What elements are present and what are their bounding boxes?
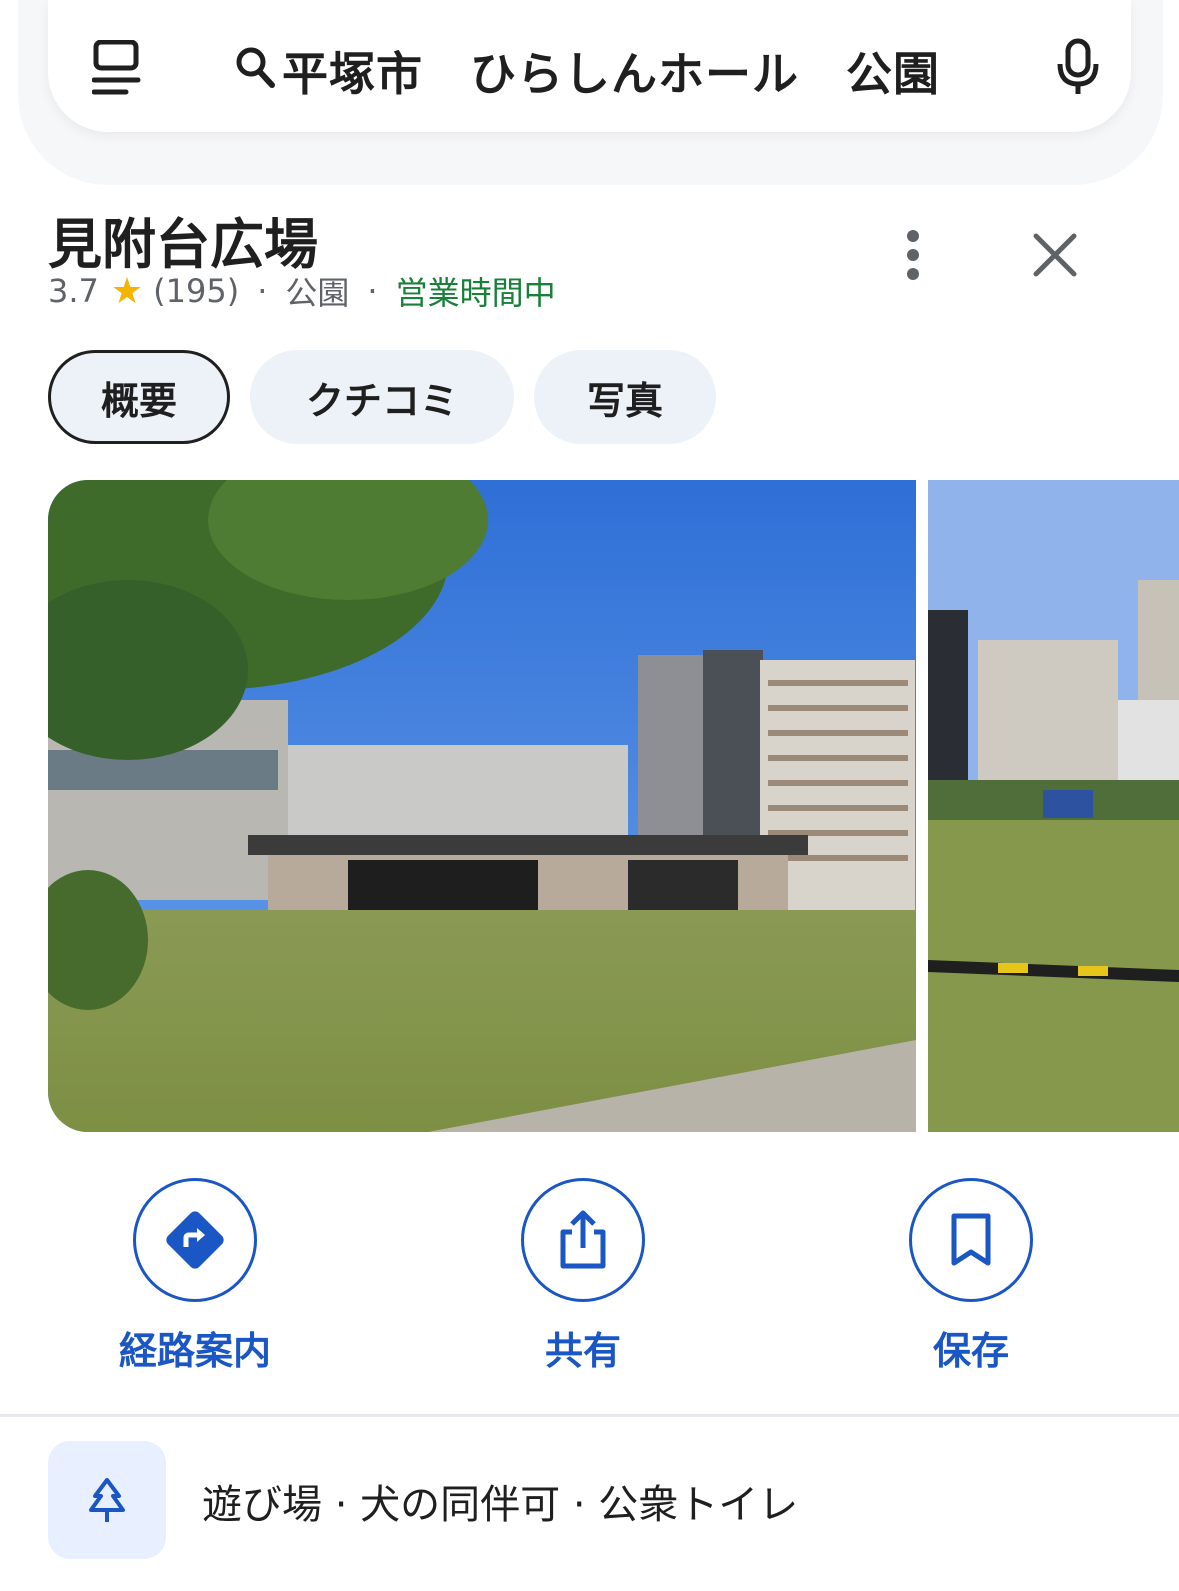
save-button[interactable]: 保存 (871, 1178, 1071, 1378)
park-photo (48, 480, 916, 1132)
directions-button-circle[interactable] (133, 1178, 257, 1302)
search-query[interactable]: 平塚市 ひらしんホール 公園 (282, 38, 940, 104)
share-label: 共有 (544, 1329, 621, 1373)
review-count[interactable]: (195) (153, 272, 239, 310)
share-button-circle[interactable] (521, 1178, 645, 1302)
directions-button[interactable]: 経路案内 (95, 1178, 295, 1378)
bookmark-icon (951, 1213, 991, 1266)
menu-icon[interactable] (92, 40, 142, 96)
tree-icon (89, 1478, 125, 1522)
place-category: 公園 (285, 274, 350, 312)
save-label: 保存 (932, 1329, 1009, 1373)
directions-label: 経路案内 (118, 1329, 271, 1373)
open-status[interactable]: 営業時間中 (396, 268, 556, 314)
share-icon (560, 1210, 606, 1269)
separator-dot: · (367, 272, 378, 310)
save-button-circle[interactable] (909, 1178, 1033, 1302)
more-vert-icon[interactable] (896, 228, 930, 282)
share-button[interactable]: 共有 (483, 1178, 683, 1378)
amenities-text[interactable]: 遊び場 · 犬の同伴可 · 公衆トイレ (202, 1472, 798, 1530)
place-photo-second[interactable] (928, 480, 1179, 1132)
close-icon[interactable] (1032, 232, 1078, 278)
star-icon: ★ (110, 270, 144, 312)
section-divider (0, 1414, 1179, 1417)
directions-icon (166, 1211, 224, 1269)
tab-overview[interactable]: 概要 (48, 350, 230, 444)
amenity-icon-box (48, 1441, 166, 1559)
tab-photos[interactable]: 写真 (534, 350, 716, 444)
place-meta: 3.7 ★ (195) · 公園 · 営業時間中 (48, 268, 556, 314)
mic-icon[interactable] (1056, 38, 1100, 96)
search-icon (236, 47, 275, 88)
tab-reviews[interactable]: クチコミ (250, 350, 514, 444)
separator-dot: · (257, 272, 268, 310)
place-photo-main[interactable] (48, 480, 916, 1132)
park-photo (928, 480, 1179, 1132)
rating-value: 3.7 (48, 272, 99, 310)
